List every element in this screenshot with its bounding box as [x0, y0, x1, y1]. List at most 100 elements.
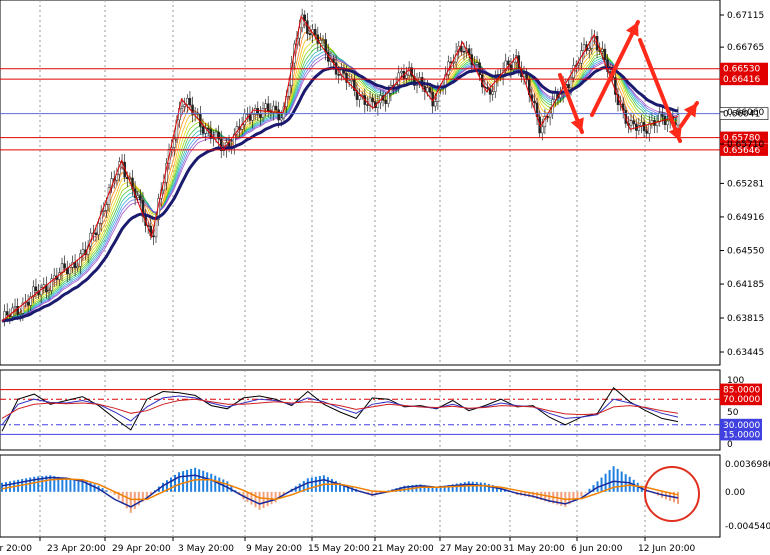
candle-body [387, 93, 390, 104]
candle-body [486, 87, 489, 89]
price-y-tick-label: 0.64916 [727, 213, 764, 223]
macd-histogram-bar [616, 468, 619, 492]
macd-histogram-bar [487, 483, 490, 492]
candle-body [645, 130, 648, 134]
price-y-tick-label: 0.66060 [727, 108, 764, 118]
candle-body [259, 113, 262, 118]
candle-body [173, 138, 176, 148]
candle-body [313, 29, 317, 36]
macd-histogram-bar [182, 471, 185, 492]
macd-histogram-bar [174, 474, 177, 492]
macd-histogram-bar [210, 473, 213, 492]
candle-body [26, 301, 30, 306]
candle-body [460, 46, 463, 52]
time-axis-label: 3 May 20:00 [178, 544, 234, 554]
macd-histogram-bar [161, 482, 164, 492]
price-y-tick-label: 0.63445 [727, 348, 764, 358]
candle-body [582, 44, 586, 51]
candle-body [274, 105, 278, 111]
macd-histogram-bar [65, 478, 68, 492]
macd-histogram-bar [73, 479, 76, 492]
candle-body [559, 94, 562, 99]
macd-histogram-bar [600, 477, 603, 492]
candle-body [79, 253, 82, 267]
candle-body [251, 114, 254, 121]
candle-body [19, 313, 22, 315]
candle-body [603, 48, 607, 60]
osc-y-tick-label: 50 [727, 408, 739, 418]
candle-body [567, 84, 570, 89]
candle-body [428, 87, 432, 93]
macd-histogram-bar [105, 490, 108, 492]
candle-body [47, 290, 51, 293]
time-axis-label: or 20:00 [0, 544, 32, 554]
macd-histogram-bar [463, 482, 466, 492]
chart-background [0, 0, 770, 555]
candle-body [206, 127, 210, 130]
macd-histogram-bar [471, 481, 474, 492]
osc-y-tick-label: 0 [727, 440, 733, 450]
macd-histogram-bar [258, 491, 261, 510]
candle-body [491, 91, 494, 95]
candle-body [366, 104, 369, 106]
candle-body [666, 120, 669, 125]
candle-body [405, 74, 408, 79]
macd-histogram-bar [274, 491, 277, 503]
time-axis-label: 27 May 20:00 [440, 544, 502, 554]
candle-body [577, 63, 581, 66]
candle-body [264, 103, 267, 109]
candle-body [180, 106, 184, 109]
macd-histogram-bar [5, 482, 8, 492]
candle-body [588, 48, 591, 51]
macd-histogram-bar [330, 479, 333, 492]
candle-body [541, 126, 544, 134]
macd-histogram-bar [314, 476, 317, 492]
candle-body [186, 97, 189, 105]
time-axis-label: 12 Jun 20:00 [638, 544, 695, 554]
candle-body [13, 306, 17, 309]
time-axis-label: 31 May 20:00 [503, 544, 565, 554]
macd-histogram-bar [186, 470, 189, 492]
price-y-tick-label: 0.67115 [727, 11, 764, 21]
candle-body [632, 120, 635, 125]
time-axis-label: 29 Apr 20:00 [112, 544, 171, 554]
macd-histogram-bar [178, 472, 181, 492]
candle-body [640, 122, 643, 126]
macd-y-tick-label: -0.0045405 [725, 522, 770, 532]
candle-body [384, 99, 387, 104]
candle-body [261, 108, 265, 118]
candle-body [507, 60, 510, 66]
candle-body [63, 263, 66, 269]
macd-histogram-bar [262, 491, 265, 509]
macd-histogram-bar [270, 491, 273, 505]
macd-histogram-bar [628, 476, 631, 492]
candle-body [434, 101, 437, 107]
candle-body [462, 51, 466, 53]
candle-body [426, 87, 429, 92]
macd-histogram-bar [206, 472, 209, 492]
candle-body [554, 92, 557, 100]
candle-body [201, 126, 205, 134]
candle-body [73, 262, 77, 269]
candle-body [5, 311, 9, 316]
macd-histogram-bar [318, 476, 321, 492]
candle-body [548, 113, 552, 118]
macd-histogram-bar [584, 491, 587, 493]
macd-y-tick-label: 0.00 [725, 488, 745, 498]
macd-histogram-bar [1, 482, 3, 492]
candle-body [139, 195, 142, 201]
candle-body [308, 33, 312, 36]
candle-body [642, 122, 646, 131]
price-y-tick-label: 0.66765 [727, 43, 764, 53]
time-axis-label: 15 May 20:00 [308, 544, 370, 554]
macd-histogram-bar [475, 482, 478, 492]
candle-body [214, 131, 218, 139]
candle-body [76, 266, 79, 269]
candle-body [97, 223, 100, 235]
macd-histogram-bar [254, 491, 257, 508]
trading-chart: 0.665300.664160.657800.656460.66041 0.67… [0, 0, 770, 555]
candle-body [533, 100, 536, 104]
price-y-tick-label: 0.64185 [727, 280, 764, 290]
time-axis-label: 21 May 20:00 [372, 544, 434, 554]
candle-body [188, 97, 192, 106]
